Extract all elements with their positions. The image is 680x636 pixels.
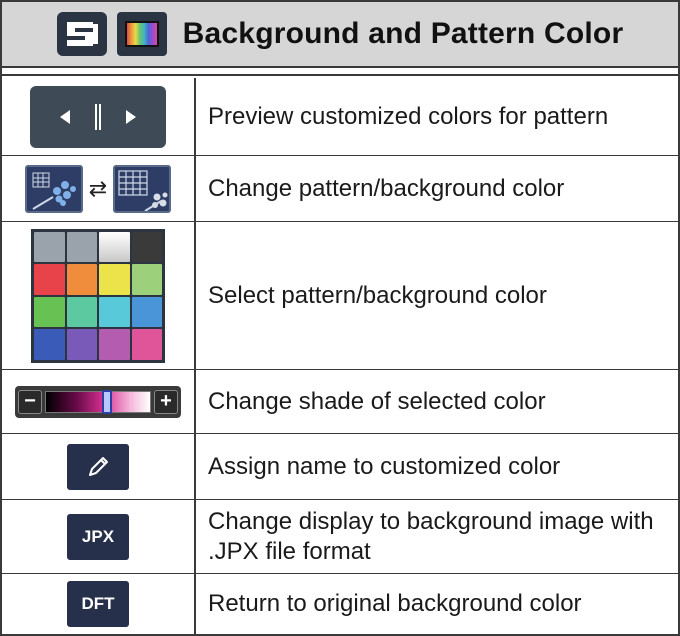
color-swatch[interactable] [99, 264, 130, 295]
color-swatch[interactable] [99, 296, 130, 327]
table-row: Select pattern/background color [2, 222, 678, 370]
header-divider [2, 68, 678, 76]
table-row: Assign name to customized color [2, 434, 678, 500]
row-description: Change shade of selected color [208, 387, 546, 415]
row-description: Change pattern/background color [208, 174, 565, 202]
color-palette-icon [116, 12, 167, 56]
jpx-button[interactable]: JPX [67, 513, 129, 560]
row-description: Assign name to customized color [208, 452, 561, 480]
preview-play-control-icon[interactable] [30, 85, 166, 148]
color-swatch[interactable] [34, 329, 65, 360]
machine-icon [56, 12, 107, 56]
table-row: − + Change shade of selected color [2, 370, 678, 434]
pencil-icon[interactable] [67, 443, 129, 490]
pattern-color-icon [24, 164, 83, 213]
color-swatch[interactable] [66, 264, 97, 295]
reference-table: Background and Pattern Color Preview cus… [0, 0, 680, 636]
color-swatch[interactable] [66, 329, 97, 360]
table-row: Preview customized colors for pattern [2, 78, 678, 156]
color-swatch[interactable] [34, 231, 65, 262]
row-description: Change display to background image with … [208, 507, 654, 565]
row-description: Preview customized colors for pattern [208, 102, 609, 130]
row-description: Select pattern/background color [208, 281, 547, 309]
color-swatch[interactable] [131, 296, 162, 327]
shade-slider-handle[interactable] [102, 389, 112, 414]
shade-slider[interactable]: − + [15, 385, 181, 418]
color-palette-grid[interactable] [31, 228, 165, 363]
pattern-background-swap-icon[interactable]: ⇄ [24, 164, 172, 213]
color-swatch[interactable] [131, 264, 162, 295]
table-header: Background and Pattern Color [2, 2, 678, 68]
dft-button[interactable]: DFT [67, 581, 129, 627]
color-swatch[interactable] [34, 264, 65, 295]
row-description: Return to original background color [208, 590, 582, 617]
color-swatch[interactable] [99, 231, 130, 262]
table-row: JPX Change display to background image w… [2, 500, 678, 574]
table-row: DFT Return to original background color [2, 574, 678, 634]
shade-track[interactable] [45, 389, 151, 414]
shade-minus-button[interactable]: − [18, 389, 42, 414]
table-row: ⇄ Change pattern/background color [2, 156, 678, 222]
shade-plus-button[interactable]: + [154, 389, 178, 414]
swap-arrows-icon: ⇄ [88, 175, 108, 201]
color-swatch[interactable] [66, 296, 97, 327]
color-swatch[interactable] [66, 231, 97, 262]
color-swatch[interactable] [99, 329, 130, 360]
color-swatch[interactable] [34, 296, 65, 327]
color-swatch[interactable] [131, 329, 162, 360]
color-swatch[interactable] [131, 231, 162, 262]
page-title: Background and Pattern Color [182, 17, 624, 50]
background-color-icon [113, 164, 172, 213]
